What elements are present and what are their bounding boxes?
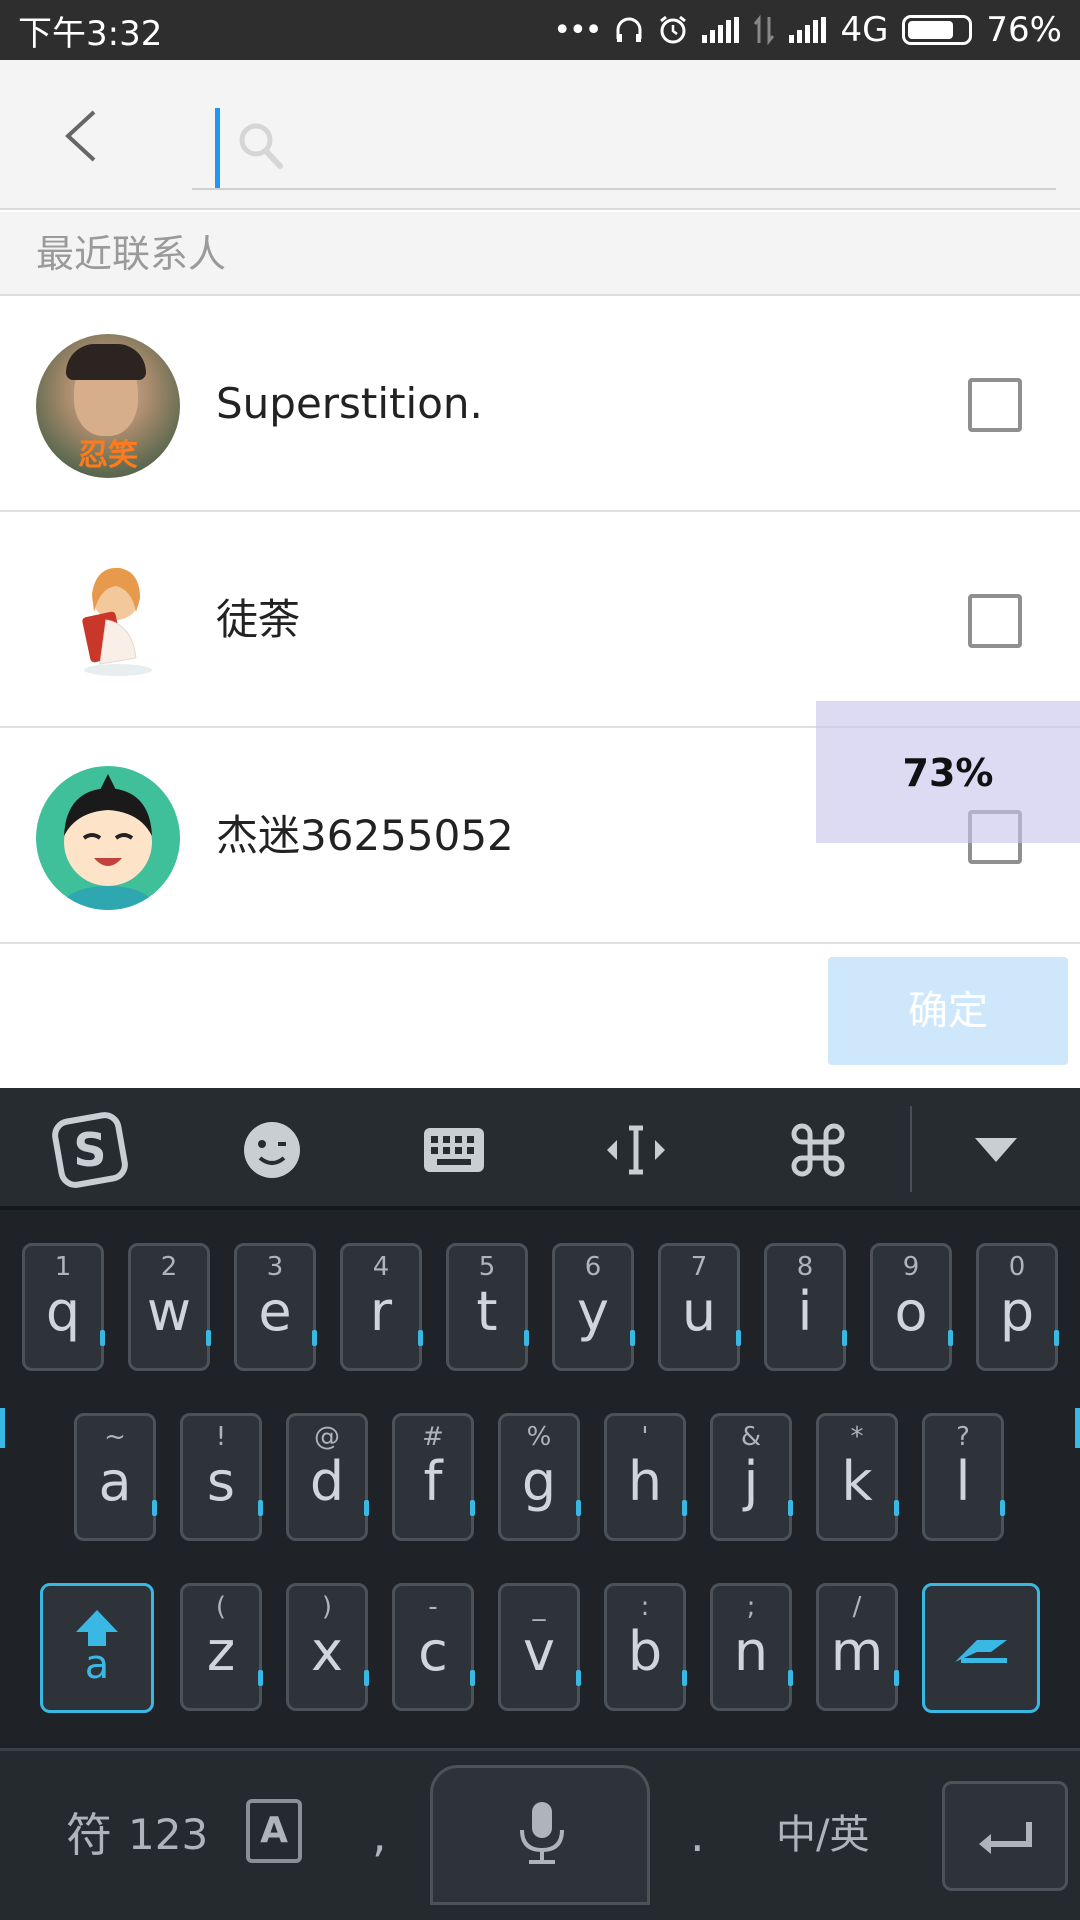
key-y[interactable]: 6y xyxy=(552,1243,635,1371)
select-checkbox[interactable] xyxy=(968,594,1022,648)
key-i[interactable]: 8i xyxy=(764,1243,847,1371)
alarm-icon xyxy=(660,15,687,44)
shift-key[interactable]: a xyxy=(40,1583,154,1713)
key-v[interactable]: _ v xyxy=(498,1583,581,1711)
backspace-key[interactable] xyxy=(922,1583,1040,1713)
search-header xyxy=(0,60,1080,210)
key-row-3: a (z ) x -c _ v :b ; n / m xyxy=(0,1583,1080,1713)
keyboard-glow-right xyxy=(1075,1408,1080,1448)
confirm-button[interactable]: 确定 xyxy=(828,957,1068,1065)
keyboard-bottom-bar: 符 123 A , . 中/英 xyxy=(0,1748,1080,1920)
keyboard-glow-left xyxy=(0,1408,5,1448)
headphones-icon xyxy=(616,17,642,42)
network-type: 4G xyxy=(840,10,889,50)
key-z[interactable]: (z xyxy=(180,1583,263,1711)
avatar-caption: 忍笑 xyxy=(78,438,138,473)
avatar xyxy=(36,550,180,694)
contact-row[interactable]: 徒荼 xyxy=(0,512,1080,728)
key-o[interactable]: 9o xyxy=(870,1243,953,1371)
symbol-key[interactable]: 符 xyxy=(66,1795,112,1875)
signal-icon-2 xyxy=(789,17,827,43)
emoji-icon[interactable] xyxy=(212,1102,332,1198)
language-switch-key[interactable]: 中/英 xyxy=(776,1795,869,1875)
key-a[interactable]: ~ a xyxy=(74,1413,157,1541)
sogou-logo-icon[interactable]: S xyxy=(30,1102,150,1198)
battery-fill xyxy=(908,21,953,39)
search-input[interactable] xyxy=(302,110,1002,180)
contact-row[interactable]: 忍笑 Superstition. xyxy=(0,296,1080,512)
command-icon[interactable] xyxy=(758,1102,878,1198)
cursor-move-icon[interactable] xyxy=(576,1102,696,1198)
key-e[interactable]: 3e xyxy=(234,1243,317,1371)
contact-name: 徒荼 xyxy=(216,595,301,644)
key-x[interactable]: ) x xyxy=(286,1583,369,1711)
period-key[interactable]: . xyxy=(690,1795,705,1875)
microphone-icon xyxy=(520,1802,564,1864)
key-b[interactable]: :b xyxy=(604,1583,687,1711)
key-t[interactable]: 5t xyxy=(446,1243,529,1371)
signal-icon xyxy=(702,17,740,43)
key-s[interactable]: ! s xyxy=(180,1413,263,1541)
shift-label: a xyxy=(84,1642,110,1688)
key-j[interactable]: & j xyxy=(710,1413,793,1541)
back-icon[interactable] xyxy=(58,106,108,166)
key-l[interactable]: ? l xyxy=(922,1413,1005,1541)
contact-picker-screen: 下午3:32 ••• 4G 76% 最近联系人 忍笑 Superstition.… xyxy=(0,0,1080,1920)
avatar xyxy=(36,766,180,910)
contact-name: Superstition. xyxy=(216,379,483,428)
key-u[interactable]: 7u xyxy=(658,1243,741,1371)
section-header-recent-contacts: 最近联系人 xyxy=(0,212,1080,296)
search-box[interactable] xyxy=(192,96,1056,190)
key-h[interactable]: ' h xyxy=(604,1413,687,1541)
select-checkbox[interactable] xyxy=(968,378,1022,432)
status-icons: ••• 4G 76% xyxy=(553,10,1062,50)
battery-icon xyxy=(902,15,973,45)
key-row-2: ~ a ! s @ d # f % g ' h & j * k ? l xyxy=(0,1413,1080,1543)
text-cursor xyxy=(215,108,220,188)
key-f[interactable]: # f xyxy=(392,1413,475,1541)
text-mode-icon[interactable]: A xyxy=(246,1799,302,1863)
backspace-icon xyxy=(955,1640,1007,1663)
avatar-illustration xyxy=(82,567,152,676)
keyboard-toolbar: S xyxy=(0,1088,1080,1210)
avatar-illustration xyxy=(64,774,152,910)
toolbar-divider xyxy=(910,1106,912,1192)
more-notifications-icon: ••• xyxy=(553,12,602,48)
collapse-icon[interactable] xyxy=(936,1102,1056,1198)
soft-keyboard: S 1q 2w 3e 4r 5t 6y 7 u 8 i 9 o 0 p ~ a … xyxy=(0,1088,1080,1920)
key-g[interactable]: % g xyxy=(498,1413,581,1541)
battery-percent: 76% xyxy=(986,10,1062,50)
key-d[interactable]: @ d xyxy=(286,1413,369,1541)
key-n[interactable]: ; n xyxy=(710,1583,793,1711)
enter-key[interactable] xyxy=(942,1781,1068,1891)
key-q[interactable]: 1q xyxy=(22,1243,105,1371)
voice-key[interactable] xyxy=(430,1765,650,1905)
avatar: 忍笑 xyxy=(36,334,180,478)
key-w[interactable]: 2w xyxy=(128,1243,211,1371)
number-key[interactable]: 123 xyxy=(128,1795,208,1875)
key-k[interactable]: * k xyxy=(816,1413,899,1541)
key-p[interactable]: 0p xyxy=(976,1243,1059,1371)
data-transfer-icon xyxy=(754,15,775,45)
key-c[interactable]: -c xyxy=(392,1583,475,1711)
svg-text:S: S xyxy=(73,1123,106,1177)
avatar-hair xyxy=(66,344,146,380)
status-bar: 下午3:32 ••• 4G 76% xyxy=(0,0,1080,60)
status-time: 下午3:32 xyxy=(18,13,163,54)
keyboard-icon[interactable] xyxy=(394,1102,514,1198)
key-r[interactable]: 4r xyxy=(340,1243,423,1371)
enter-icon xyxy=(979,1822,1032,1854)
progress-overlay: 73% xyxy=(816,701,1080,843)
comma-key[interactable]: , xyxy=(372,1795,387,1875)
key-row-1: 1q 2w 3e 4r 5t 6y 7u 8i 9o 0p xyxy=(0,1243,1080,1373)
contact-name: 杰迷36255052 xyxy=(216,811,514,860)
search-icon xyxy=(239,123,283,169)
key-m[interactable]: / m xyxy=(816,1583,899,1711)
